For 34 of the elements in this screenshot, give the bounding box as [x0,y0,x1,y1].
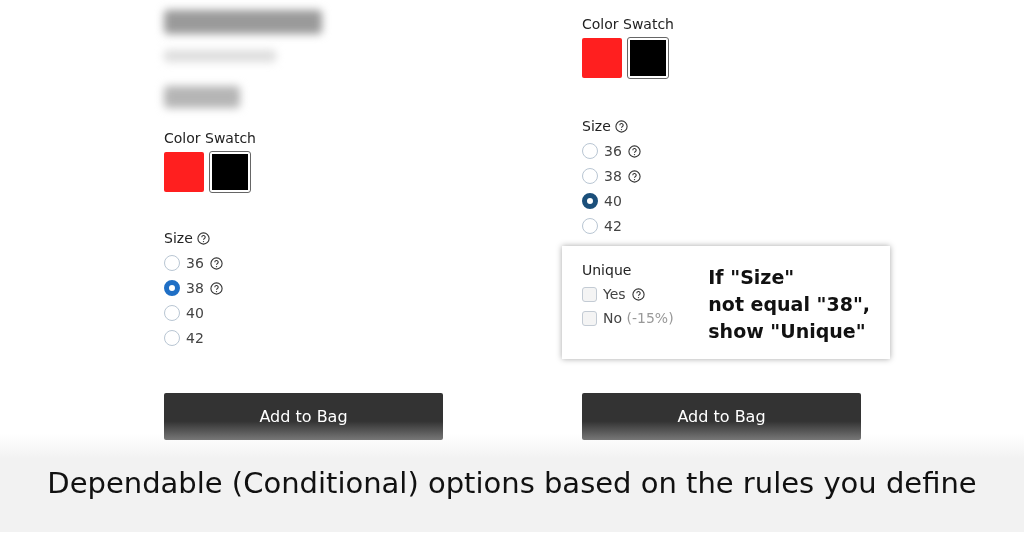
color-swatch[interactable] [628,38,668,78]
radio-label: 38 [604,168,622,184]
color-swatch[interactable] [164,152,204,192]
option-label: Size [582,118,611,134]
radio-label: 40 [186,305,204,321]
radio-label: 36 [186,255,204,271]
radio-button[interactable] [582,193,598,209]
color-swatch[interactable] [210,152,250,192]
option-label: Size [164,230,193,246]
checkbox-label: Yes [603,286,626,302]
radio-label: 40 [604,193,622,209]
option-label: Color Swatch [582,16,675,32]
color-swatch[interactable] [582,38,622,78]
radio-button[interactable] [164,280,180,296]
add-to-bag-button[interactable]: Add to Bag [164,393,443,440]
checkbox[interactable] [582,286,597,302]
radio-label: 36 [604,143,622,159]
option-label: Color Swatch [164,130,257,146]
radio-label: 38 [186,280,204,296]
add-to-bag-button[interactable]: Add to Bag [582,393,861,440]
help-icon[interactable] [627,169,641,183]
help-icon[interactable] [614,119,628,133]
help-icon[interactable] [209,256,223,270]
help-icon[interactable] [196,231,210,245]
rule-annotation: If "Size" not equal "38", show "Unique" [708,265,870,344]
checkbox-label: No (-15%) [603,310,674,326]
caption: Dependable (Conditional) options based on the rules you define [47,466,977,500]
help-icon[interactable] [627,144,641,158]
help-icon[interactable] [631,287,645,301]
radio-label: 42 [604,218,622,234]
checkbox[interactable] [582,310,597,326]
help-icon[interactable] [209,281,223,295]
option-label: Unique [582,262,633,278]
radio-label: 42 [186,330,204,346]
